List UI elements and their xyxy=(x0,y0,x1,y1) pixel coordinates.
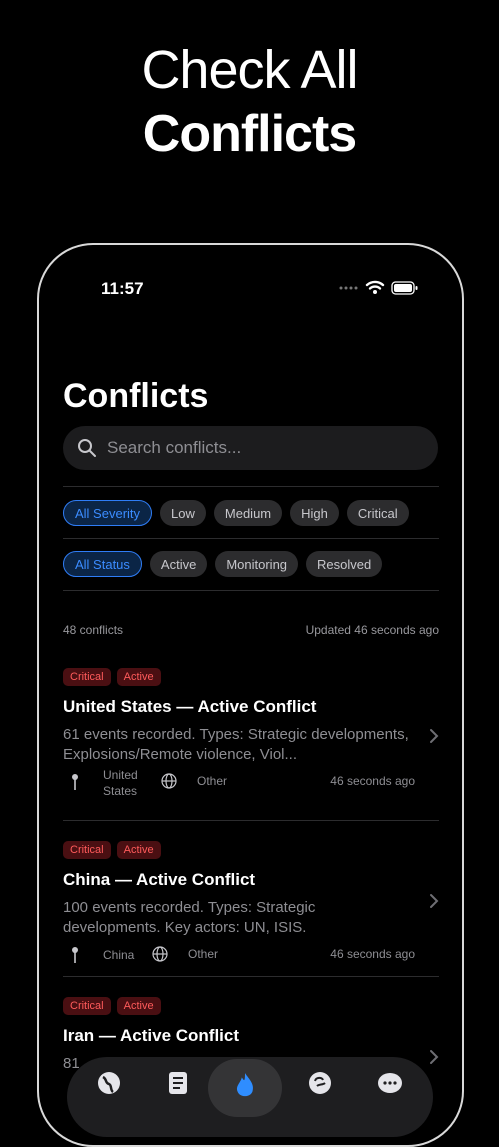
cellular-signal-icon xyxy=(339,286,358,290)
pin-icon xyxy=(72,774,78,790)
card-type: Other xyxy=(197,774,228,788)
card-description: 61 events recorded. Types: Strategic dev… xyxy=(63,726,409,763)
severity-filter-chips: All Severity Low Medium High Critical xyxy=(63,500,409,526)
phone-frame: 11:57 Conflicts All Severity L xyxy=(37,243,464,1147)
search-input[interactable] xyxy=(105,437,409,459)
globe-tab-icon[interactable] xyxy=(95,1069,123,1097)
chat-tab-icon[interactable] xyxy=(376,1069,404,1097)
pin-icon xyxy=(72,947,78,963)
chip-active[interactable]: Active xyxy=(149,551,208,577)
card-time-ago: 46 seconds ago xyxy=(330,774,415,788)
card-location: United States xyxy=(103,768,138,798)
conflict-card[interactable]: Critical Active United States — Active C… xyxy=(63,668,439,801)
tab-bar xyxy=(67,1057,433,1137)
card-description: 100 events recorded. Types: Strategic de… xyxy=(63,899,316,936)
chip-monitoring[interactable]: Monitoring xyxy=(215,551,299,577)
divider xyxy=(63,486,439,487)
chevron-right-icon xyxy=(430,1050,439,1064)
divider xyxy=(63,538,439,539)
status-time: 11:57 xyxy=(101,279,144,298)
brain-tab-icon[interactable] xyxy=(306,1069,334,1097)
card-badges: Critical Active xyxy=(63,841,439,859)
severity-badge: Critical xyxy=(63,997,111,1015)
divider xyxy=(63,590,439,591)
card-title: Iran — Active Conflict xyxy=(63,1026,240,1045)
flame-icon xyxy=(236,1073,253,1097)
battery-icon xyxy=(391,281,418,295)
promo-line-2: Conflicts xyxy=(142,105,357,163)
status-badge: Active xyxy=(116,997,161,1015)
severity-badge: Critical xyxy=(63,668,111,686)
severity-badge: Critical xyxy=(63,841,111,859)
search-bar[interactable] xyxy=(63,426,438,470)
status-badge: Active xyxy=(116,841,161,859)
divider xyxy=(63,976,439,977)
card-time-ago: 46 seconds ago xyxy=(330,947,415,961)
page-title: Conflicts xyxy=(63,377,209,415)
card-footer: United States Other 46 seconds ago xyxy=(63,767,439,801)
flame-tab[interactable] xyxy=(208,1059,282,1117)
chip-low[interactable]: Low xyxy=(160,500,206,526)
globe-icon xyxy=(152,946,168,962)
promo-line-1: Check All xyxy=(141,40,358,100)
updated-time: Updated 46 seconds ago xyxy=(305,623,439,637)
list-tab-icon[interactable] xyxy=(163,1069,191,1097)
conflict-card[interactable]: Critical Active China — Active Conflict … xyxy=(63,841,439,974)
chip-critical[interactable]: Critical xyxy=(346,500,409,526)
card-type: Other xyxy=(188,947,219,961)
status-bar: 11:57 xyxy=(39,245,462,305)
chip-all-status[interactable]: All Status xyxy=(63,551,142,577)
card-badges: Critical Active xyxy=(63,668,439,686)
status-badge: Active xyxy=(116,668,161,686)
chip-medium[interactable]: Medium xyxy=(213,500,283,526)
conflict-count: 48 conflicts xyxy=(63,623,124,637)
card-footer: China Other 46 seconds ago xyxy=(63,940,439,974)
status-filter-chips: All Status Active Monitoring Resolved xyxy=(63,551,383,577)
list-summary: 48 conflicts Updated 46 seconds ago xyxy=(63,623,439,637)
card-title: China — Active Conflict xyxy=(63,870,256,889)
chevron-right-icon xyxy=(430,894,439,908)
chip-all-severity[interactable]: All Severity xyxy=(63,500,153,526)
chip-high[interactable]: High xyxy=(290,500,339,526)
promo-headline: Check All Conflicts xyxy=(0,38,499,166)
divider xyxy=(63,820,439,821)
card-title: United States — Active Conflict xyxy=(63,697,317,716)
card-location: China xyxy=(103,948,135,962)
card-badges: Critical Active xyxy=(63,997,439,1015)
chip-resolved[interactable]: Resolved xyxy=(306,551,383,577)
wifi-icon xyxy=(365,280,385,294)
search-icon xyxy=(78,439,96,457)
globe-icon xyxy=(161,773,177,789)
chevron-right-icon xyxy=(430,729,439,743)
